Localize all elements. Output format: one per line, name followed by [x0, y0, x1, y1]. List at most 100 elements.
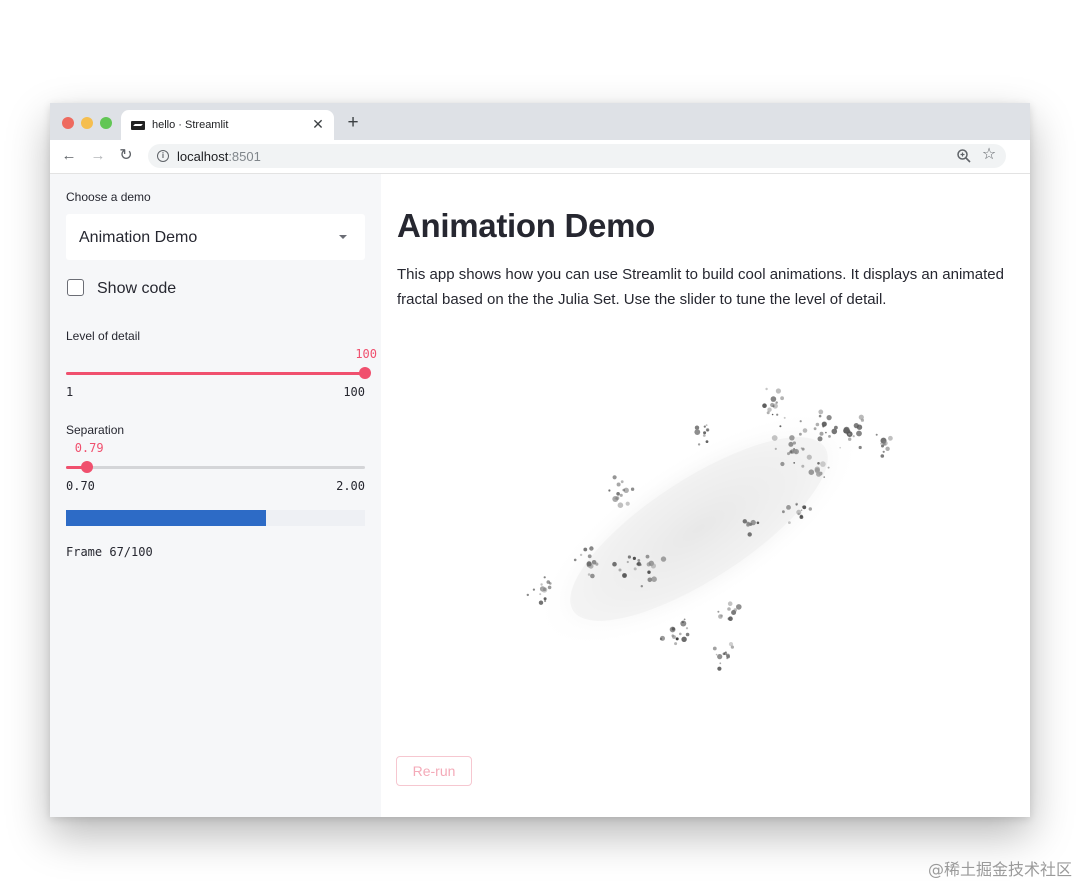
address-bar[interactable]: i localhost:8501 ☆ [148, 144, 1006, 168]
fractal-dot [617, 502, 624, 508]
info-icon[interactable]: i [157, 150, 169, 162]
fractal-dot [627, 555, 631, 559]
maximize-window-button[interactable] [100, 117, 112, 129]
fractal-dot [775, 401, 778, 404]
fractal-dot [789, 435, 795, 441]
fractal-dot [715, 653, 718, 656]
fractal-dot [717, 654, 723, 660]
detail-slider[interactable] [66, 367, 371, 379]
fractal-dot [622, 573, 627, 578]
fractal-dot [788, 441, 794, 447]
fractal-dot [888, 435, 893, 441]
fractal-dot [800, 509, 803, 511]
demo-select[interactable]: Animation Demo [66, 214, 365, 260]
rerun-button[interactable]: Re-run [396, 756, 472, 786]
fractal-dot [882, 450, 885, 453]
fractal-dot [771, 435, 778, 441]
fractal-dot [660, 556, 667, 562]
fractal-dot [616, 482, 621, 487]
fractal-dot [671, 627, 675, 631]
fractal-dot [762, 403, 767, 408]
fractal-dot [587, 554, 592, 559]
zoom-icon[interactable] [956, 148, 972, 164]
fractal-dot [633, 567, 637, 571]
forward-arrow-icon[interactable]: → [89, 147, 107, 165]
fractal-dot [645, 554, 650, 559]
fractal-dot [799, 432, 802, 436]
fractal-dot [856, 430, 862, 437]
close-window-button[interactable] [62, 117, 74, 129]
fractal-dot [683, 618, 686, 621]
fractal-dot [749, 522, 753, 526]
caret-down-icon [339, 235, 347, 239]
fractal-dot [782, 510, 785, 514]
fractal-dot [595, 562, 599, 566]
fractal-dot [770, 402, 775, 408]
fractal-dot [726, 657, 729, 660]
fractal-dot [783, 416, 786, 419]
separation-slider[interactable] [66, 461, 365, 473]
sidebar: Choose a demo Animation Demo Show code L… [50, 174, 381, 817]
fractal-dot [674, 642, 678, 646]
fractal-dot [823, 476, 825, 478]
separation-slider-thumb[interactable] [80, 461, 93, 473]
fractal-dot [675, 637, 679, 641]
fractal-dot [622, 488, 625, 492]
separation-slider-min: 0.70 [66, 479, 95, 493]
fractal-dot [705, 424, 708, 426]
url-text[interactable]: localhost:8501 [177, 149, 261, 164]
progress-bar-fill [66, 510, 267, 526]
fractal-dot [747, 532, 752, 537]
fractal-dot [702, 434, 706, 437]
fractal-dot [802, 428, 808, 433]
demo-select-value: Animation Demo [79, 229, 198, 246]
fractal-dot [697, 443, 701, 446]
fractal-dot [540, 583, 543, 586]
fractal-dot [539, 593, 542, 596]
fractal-dot [834, 425, 838, 430]
fractal-dot [637, 559, 641, 562]
close-tab-icon[interactable]: ✕ [310, 116, 326, 132]
back-arrow-icon[interactable]: ← [60, 147, 78, 165]
fractal-dot [547, 585, 552, 590]
browser-window: hello · Streamlit ✕ + ← → ↻ i localhost:… [50, 103, 1030, 817]
fractal-dot [818, 409, 824, 415]
fractal-dot [858, 414, 864, 420]
show-code-checkbox[interactable] [67, 279, 84, 296]
fractal-dot [546, 580, 551, 584]
minimize-window-button[interactable] [81, 117, 93, 129]
fractal-dot [825, 431, 827, 434]
reload-icon[interactable]: ↻ [117, 147, 135, 165]
fractal-dot [736, 604, 742, 610]
fractal-dot [815, 422, 820, 427]
browser-tab[interactable]: hello · Streamlit ✕ [121, 110, 334, 140]
fractal-dot [626, 560, 629, 564]
fractal-dot [730, 645, 734, 649]
detail-slider-label: Level of detail [66, 329, 141, 343]
fractal-dot [788, 521, 791, 524]
fractal-dot [543, 597, 547, 601]
fractal-dot [799, 514, 803, 518]
fractal-dot [875, 433, 878, 436]
fractal-dot [615, 496, 620, 500]
fractal-dot [808, 469, 815, 475]
fractal-dot [779, 425, 782, 428]
detail-slider-thumb[interactable] [359, 367, 371, 379]
fractal-dot [583, 547, 588, 552]
main-content: Animation Demo This app shows how you ca… [381, 174, 1030, 817]
show-code-label[interactable]: Show code [97, 280, 176, 298]
bookmark-star-icon[interactable]: ☆ [980, 146, 998, 164]
fractal-dot [780, 461, 785, 467]
new-tab-icon[interactable]: + [344, 113, 362, 132]
fractal-dot [827, 466, 830, 469]
fractal-dot [618, 568, 622, 572]
fractal-dot [728, 616, 733, 621]
fractal-dot [882, 442, 886, 446]
fractal-dot [532, 588, 535, 591]
fractal-dot [826, 415, 832, 421]
fractal-dot [817, 462, 820, 465]
fractal-dot [775, 388, 781, 394]
fractal-dot [647, 577, 653, 583]
fractal-dot [774, 447, 777, 450]
fractal-dot [880, 442, 883, 445]
